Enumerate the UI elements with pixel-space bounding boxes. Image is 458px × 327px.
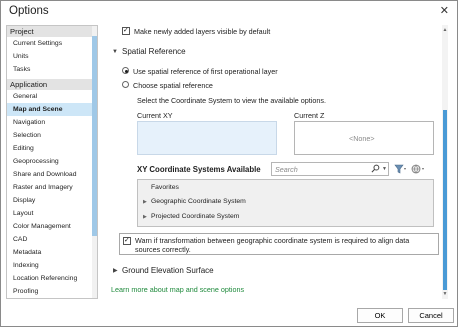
title-bar: Options ✕ — [1, 1, 457, 22]
chevron-down-icon[interactable]: ▼ — [112, 49, 118, 55]
search-options-chevron-down-icon[interactable]: ▼ — [382, 166, 387, 172]
content-scrollbar[interactable]: ▲ ▼ — [442, 25, 448, 299]
sidebar-item-cad[interactable]: CAD — [7, 233, 97, 246]
search-icon[interactable] — [371, 164, 380, 175]
sidebar-item-units[interactable]: Units — [7, 50, 97, 63]
filter-icon[interactable] — [394, 164, 407, 176]
current-z-value: <None> — [349, 134, 375, 143]
current-z-box: <None> — [294, 121, 434, 155]
options-window: Options ✕ Project Current Settings Units… — [0, 0, 458, 327]
cancel-button[interactable]: Cancel — [408, 308, 454, 323]
sidebar-item-raster-and-imagery[interactable]: Raster and Imagery — [7, 181, 97, 194]
current-xy-label: Current XY — [137, 111, 173, 120]
scroll-up-icon[interactable]: ▲ — [442, 27, 448, 33]
sidebar-group-project: Project — [7, 26, 97, 37]
sidebar-item-display[interactable]: Display — [7, 194, 97, 207]
chevron-right-icon[interactable]: ▶ — [143, 214, 147, 220]
warn-transformation-checkbox[interactable] — [123, 236, 131, 245]
tree-item-favorites[interactable]: Favorites — [151, 184, 179, 191]
sidebar-item-location-referencing[interactable]: Location Referencing — [7, 272, 97, 285]
map-scene-options-panel: Make newly added layers visible by defau… — [105, 25, 448, 299]
sidebar-item-share-and-download[interactable]: Share and Download — [7, 168, 97, 181]
ground-elevation-header[interactable]: Ground Elevation Surface — [122, 266, 214, 275]
sidebar-item-editing[interactable]: Editing — [7, 142, 97, 155]
search-placeholder: Search — [275, 165, 298, 174]
scroll-down-icon[interactable]: ▼ — [442, 291, 448, 297]
current-z-label: Current Z — [294, 111, 325, 120]
sidebar-item-map-and-scene[interactable]: Map and Scene — [7, 103, 97, 116]
sidebar-item-current-settings[interactable]: Current Settings — [7, 37, 97, 50]
globe-icon[interactable] — [411, 164, 425, 176]
xy-available-label: XY Coordinate Systems Available — [137, 165, 261, 174]
sidebar-item-general[interactable]: General — [7, 90, 97, 103]
tree-item-projected[interactable]: Projected Coordinate System — [151, 213, 239, 220]
sidebar-scroll-thumb[interactable] — [92, 36, 97, 236]
coordinate-search-input[interactable]: Search ▼ — [271, 162, 389, 176]
window-title: Options — [9, 5, 49, 17]
sidebar-item-layout[interactable]: Layout — [7, 207, 97, 220]
options-sidebar: Project Current Settings Units Tasks App… — [6, 25, 98, 299]
sidebar-scrollbar[interactable] — [92, 26, 97, 298]
sidebar-item-color-management[interactable]: Color Management — [7, 220, 97, 233]
sr-instruction: Select the Coordinate System to view the… — [137, 96, 326, 105]
spatial-reference-header[interactable]: Spatial Reference — [122, 47, 186, 56]
sidebar-item-proofing[interactable]: Proofing — [7, 285, 97, 298]
sidebar-item-selection[interactable]: Selection — [7, 129, 97, 142]
warn-option-frame: Warn if transformation between geographi… — [119, 233, 439, 255]
sidebar-item-geoprocessing[interactable]: Geoprocessing — [7, 155, 97, 168]
choose-sr-radio[interactable] — [122, 81, 129, 88]
sidebar-item-indexing[interactable]: Indexing — [7, 259, 97, 272]
visible-by-default-label: Make newly added layers visible by defau… — [134, 27, 271, 36]
coordinate-system-tree: Favorites ▶ Geographic Coordinate System… — [137, 179, 434, 227]
sidebar-item-metadata[interactable]: Metadata — [7, 246, 97, 259]
first-layer-radio[interactable] — [122, 67, 129, 74]
ok-button[interactable]: OK — [357, 308, 403, 323]
visible-by-default-checkbox[interactable] — [122, 26, 130, 35]
chevron-right-icon[interactable]: ▶ — [113, 267, 118, 274]
close-icon[interactable]: ✕ — [440, 4, 449, 17]
content-scroll-thumb[interactable] — [443, 110, 447, 290]
current-xy-box — [137, 121, 277, 155]
choose-sr-radio-label: Choose spatial reference — [133, 81, 213, 90]
sidebar-item-tasks[interactable]: Tasks — [7, 63, 97, 76]
learn-more-link[interactable]: Learn more about map and scene options — [111, 285, 244, 294]
chevron-right-icon[interactable]: ▶ — [143, 199, 147, 205]
tree-item-geographic[interactable]: Geographic Coordinate System — [151, 198, 246, 205]
first-layer-radio-label: Use spatial reference of first operation… — [133, 67, 278, 76]
sidebar-item-navigation[interactable]: Navigation — [7, 116, 97, 129]
warn-transformation-label: Warn if transformation between geographi… — [135, 236, 410, 254]
sidebar-group-application: Application — [7, 79, 97, 90]
